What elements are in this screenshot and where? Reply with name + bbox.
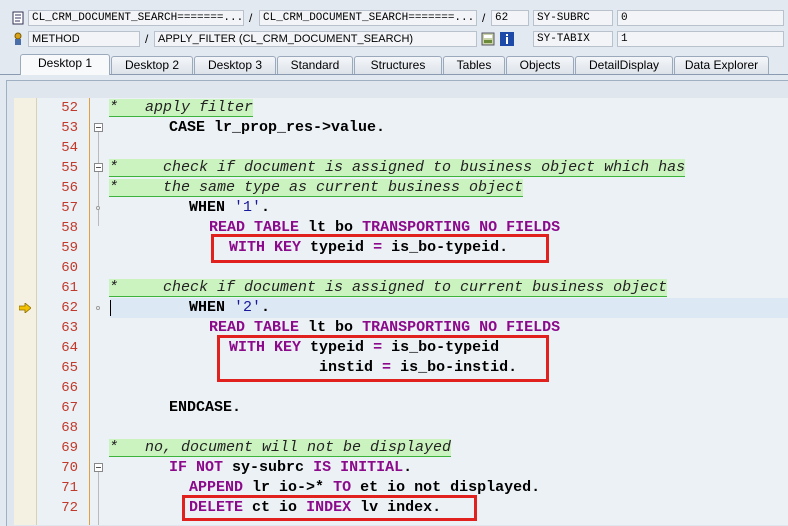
line-number: 54 bbox=[61, 140, 78, 156]
comment: * check if document is assigned to curre… bbox=[109, 279, 668, 297]
code-text: * no, document will not be displayed bbox=[109, 438, 452, 458]
line-number: 59 bbox=[61, 240, 78, 256]
display-icon[interactable] bbox=[481, 32, 495, 46]
sysfield-value-2[interactable]: 1 bbox=[617, 31, 784, 47]
code-text: * the same type as current business obje… bbox=[109, 178, 524, 198]
code-text: ENDCASE. bbox=[169, 399, 242, 416]
separator: / bbox=[145, 32, 149, 46]
tab-structures[interactable]: Structures bbox=[354, 56, 442, 74]
line-number: 63 bbox=[61, 320, 78, 336]
desktop-tab-strip: Desktop 1 Desktop 2 Desktop 3 Standard S… bbox=[0, 54, 788, 75]
separator: / bbox=[249, 11, 253, 25]
code-line[interactable]: 67 ENDCASE. bbox=[14, 398, 788, 418]
tab-standard[interactable]: Standard bbox=[277, 56, 353, 74]
tab-objects[interactable]: Objects bbox=[506, 56, 574, 74]
fold-toggle-icon[interactable] bbox=[94, 163, 103, 172]
code-line[interactable]: 68 bbox=[14, 418, 788, 438]
tab-desktop-1[interactable]: Desktop 1 bbox=[20, 54, 110, 75]
separator: / bbox=[482, 11, 486, 25]
highlight-box-lines-64-65 bbox=[217, 335, 549, 382]
comment: * no, document will not be displayed bbox=[109, 439, 452, 457]
line-number: 70 bbox=[61, 460, 78, 476]
line-number: 66 bbox=[61, 380, 78, 396]
code-text: * check if document is assigned to curre… bbox=[109, 278, 668, 298]
line-number: 52 bbox=[61, 100, 78, 116]
source-code-editor[interactable]: 52 * apply filter 53 CASE lr_prop_res->v… bbox=[14, 98, 788, 525]
fold-dot-icon bbox=[96, 306, 100, 310]
code-text: * check if document is assigned to busin… bbox=[109, 158, 686, 178]
tab-data-explorer[interactable]: Data Explorer bbox=[674, 56, 769, 74]
sysfield-value-1[interactable]: 0 bbox=[617, 10, 784, 26]
info-icon[interactable] bbox=[500, 32, 514, 46]
fold-toggle-icon[interactable] bbox=[94, 463, 103, 472]
line-number: 64 bbox=[61, 340, 78, 356]
code-line[interactable]: 57 WHEN '1'. bbox=[14, 198, 788, 218]
tab-tables[interactable]: Tables bbox=[443, 56, 505, 74]
line-number: 61 bbox=[61, 280, 78, 296]
tab-detail-display[interactable]: DetailDisplay bbox=[575, 56, 673, 74]
code-line[interactable]: 69 * no, document will not be displayed bbox=[14, 438, 788, 458]
program-icon bbox=[12, 11, 24, 25]
line-number: 58 bbox=[61, 220, 78, 236]
code-text: CASE lr_prop_res->value. bbox=[169, 119, 386, 136]
line-number: 65 bbox=[61, 360, 78, 376]
comment: * the same type as current business obje… bbox=[109, 179, 524, 197]
line-number: 69 bbox=[61, 440, 78, 456]
highlight-box-line-59 bbox=[211, 234, 549, 263]
line-number: 71 bbox=[61, 480, 78, 496]
code-text: WHEN '2'. bbox=[189, 299, 271, 316]
line-number: 67 bbox=[61, 400, 78, 416]
code-line[interactable]: 54 bbox=[14, 138, 788, 158]
code-line[interactable]: 52 * apply filter bbox=[14, 98, 788, 118]
code-line[interactable]: 61 * check if document is assigned to cu… bbox=[14, 278, 788, 298]
code-line-current[interactable]: 62 WHEN '2'. bbox=[14, 298, 788, 318]
line-number: 68 bbox=[61, 420, 78, 436]
fold-dot-icon bbox=[96, 206, 100, 210]
code-line[interactable]: 55 * check if document is assigned to bu… bbox=[14, 158, 788, 178]
sysfield-name-1[interactable]: SY-SUBRC bbox=[533, 10, 613, 26]
line-number: 62 bbox=[61, 300, 78, 316]
tab-desktop-2[interactable]: Desktop 2 bbox=[111, 56, 193, 74]
highlight-box-line-72 bbox=[182, 495, 477, 521]
code-line[interactable]: 56 * the same type as current business o… bbox=[14, 178, 788, 198]
comment: * apply filter bbox=[109, 99, 254, 117]
line-number: 57 bbox=[61, 200, 78, 216]
comment: * check if document is assigned to busin… bbox=[109, 159, 686, 177]
code-text: WHEN '1'. bbox=[189, 199, 271, 216]
code-text: IF NOT sy-subrc IS INITIAL. bbox=[169, 459, 413, 476]
code-text: * apply filter bbox=[109, 98, 254, 118]
sysfield-name-2[interactable]: SY-TABIX bbox=[533, 31, 613, 47]
line-number: 56 bbox=[61, 180, 78, 196]
line-number: 55 bbox=[61, 160, 78, 176]
fold-toggle-icon[interactable] bbox=[94, 123, 103, 132]
event-type-field[interactable]: METHOD bbox=[28, 31, 140, 47]
code-line[interactable]: 70 IF NOT sy-subrc IS INITIAL. bbox=[14, 458, 788, 478]
line-number-field[interactable]: 62 bbox=[491, 10, 529, 26]
line-number: 53 bbox=[61, 120, 78, 136]
text-cursor bbox=[110, 300, 111, 316]
line-number: 72 bbox=[61, 500, 78, 516]
code-line[interactable]: 53 CASE lr_prop_res->value. bbox=[14, 118, 788, 138]
event-name-field[interactable]: APPLY_FILTER (CL_CRM_DOCUMENT_SEARCH) bbox=[154, 31, 477, 47]
program-field[interactable]: CL_CRM_DOCUMENT_SEARCH=======... bbox=[28, 10, 244, 26]
line-number: 60 bbox=[61, 260, 78, 276]
execution-arrow-icon bbox=[19, 303, 31, 313]
include-field[interactable]: CL_CRM_DOCUMENT_SEARCH=======... bbox=[259, 10, 477, 26]
tab-desktop-3[interactable]: Desktop 3 bbox=[194, 56, 276, 74]
method-icon bbox=[14, 32, 22, 45]
